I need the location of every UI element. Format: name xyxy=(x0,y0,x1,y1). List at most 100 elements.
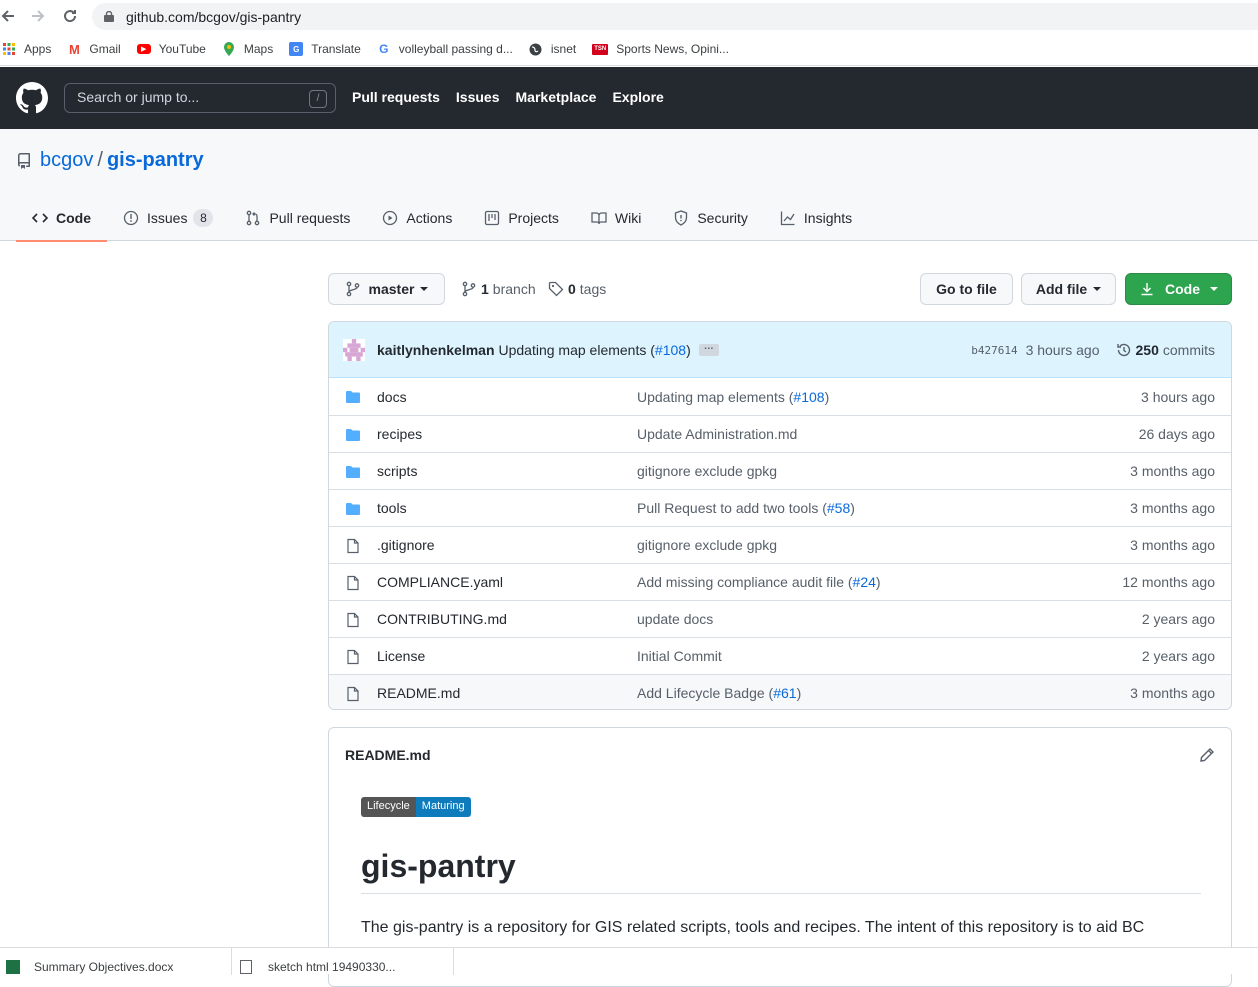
tag-label: tags xyxy=(579,281,607,297)
bookmark-volleyball[interactable]: G volleyball passing d... xyxy=(377,42,513,56)
pencil-icon[interactable] xyxy=(1199,747,1215,763)
file-commit-message[interactable]: gitignore exclude gpkg xyxy=(637,537,777,553)
address-bar[interactable]: github.com/bcgov/gis-pantry xyxy=(92,3,1258,30)
back-icon[interactable] xyxy=(0,2,22,30)
commit-pr-link[interactable]: #108 xyxy=(655,342,686,358)
file-row[interactable]: CONTRIBUTING.md update docs 2 years ago xyxy=(329,600,1231,637)
commit-message-text: Updating map elements ( xyxy=(637,388,794,405)
bookmark-apps[interactable]: Apps xyxy=(2,42,51,56)
commit-pr-link[interactable]: #61 xyxy=(773,685,796,701)
file-commit-message[interactable]: gitignore exclude gpkg xyxy=(637,463,777,479)
lifecycle-badge[interactable]: Lifecycle Maturing xyxy=(361,797,471,817)
tab-label: Insights xyxy=(803,210,853,226)
tab-projects[interactable]: Projects xyxy=(468,195,575,241)
shield-icon xyxy=(675,210,688,226)
file-row[interactable]: README.md Add Lifecycle Badge (#61) 3 mont… xyxy=(329,674,1231,709)
search-placeholder: Search or jump to... xyxy=(77,89,200,105)
go-to-file-button[interactable]: Go to file xyxy=(920,273,1013,305)
bookmark-youtube[interactable]: ▶ YouTube xyxy=(136,42,206,56)
tab-issues[interactable]: Issues 8 xyxy=(107,195,229,241)
file-row[interactable]: scripts gitignore exclude gpkg 3 months ag… xyxy=(329,452,1231,489)
file-name-link[interactable]: README.md xyxy=(377,685,460,701)
repo-owner-link[interactable]: bcgov xyxy=(40,149,93,172)
repo-name-link[interactable]: gis-pantry xyxy=(107,149,204,172)
file-commit-message[interactable]: Update Administration.md xyxy=(637,426,797,442)
commit-message[interactable]: Updating map elements (#108) xyxy=(499,342,691,358)
file-name-link[interactable]: recipes xyxy=(377,426,422,442)
globe-icon xyxy=(529,42,543,56)
file-name-link[interactable]: scripts xyxy=(377,463,417,479)
download-item[interactable]: sketch html 19490330... xyxy=(232,948,454,975)
reload-icon[interactable] xyxy=(56,2,84,30)
tab-wiki[interactable]: Wiki xyxy=(575,195,657,241)
file-row[interactable]: tools Pull Request to add two tools (#58)… xyxy=(329,489,1231,526)
tab-security[interactable]: Security xyxy=(657,195,764,241)
file-name-link[interactable]: tools xyxy=(377,500,407,516)
repo-separator: / xyxy=(97,149,103,171)
file-name-link[interactable]: License xyxy=(377,648,425,664)
download-item[interactable]: Summary Objectives.docx xyxy=(0,948,232,975)
file-commit-message[interactable]: Add missing compliance audit file (#24) xyxy=(637,574,881,590)
file-row[interactable]: .gitignore gitignore exclude gpkg 3 months… xyxy=(329,526,1231,563)
commit-message-text: gitignore exclude gpkg xyxy=(637,463,778,479)
file-commit-age: 2 years ago xyxy=(1141,648,1215,664)
file-commit-message[interactable]: Initial Commit xyxy=(637,648,722,664)
file-commit-message[interactable]: Add Lifecycle Badge (#61) xyxy=(637,685,801,701)
nav-marketplace[interactable]: Marketplace xyxy=(516,89,597,105)
file-row[interactable]: COMPLIANCE.yaml Add missing compliance au… xyxy=(329,563,1231,600)
tab-actions[interactable]: Actions xyxy=(366,195,468,241)
branches-link[interactable]: 1 branch xyxy=(461,281,536,297)
nav-issues[interactable]: Issues xyxy=(456,89,500,105)
tab-pull-requests[interactable]: Pull requests xyxy=(229,195,366,241)
add-file-button[interactable]: Add file xyxy=(1021,273,1116,305)
expand-commit-button[interactable]: … xyxy=(698,341,719,356)
file-name-link[interactable]: docs xyxy=(377,389,407,405)
commit-pr-link[interactable]: #58 xyxy=(827,500,850,516)
file-row[interactable]: docs Updating map elements (#108) 3 hours … xyxy=(329,378,1231,415)
commit-author-link[interactable]: kaitlynhenkelman xyxy=(377,342,495,358)
bookmark-maps[interactable]: Maps xyxy=(222,42,273,56)
tab-code[interactable]: Code xyxy=(16,195,107,242)
bookmark-isnet[interactable]: isnet xyxy=(529,42,576,56)
download-filename: Summary Objectives.docx xyxy=(34,960,174,974)
tab-insights[interactable]: Insights xyxy=(764,195,868,241)
branch-select-button[interactable]: master xyxy=(328,273,445,305)
commit-pr-link[interactable]: #24 xyxy=(853,574,876,590)
file-name-link[interactable]: CONTRIBUTING.md xyxy=(377,611,507,627)
code-download-button[interactable]: Code xyxy=(1125,273,1232,305)
folder-icon xyxy=(346,429,360,441)
forward-icon[interactable] xyxy=(24,2,52,30)
commits-history-link[interactable]: 250 commits xyxy=(1116,342,1215,358)
bookmark-translate[interactable]: G Translate xyxy=(289,42,361,56)
folder-icon xyxy=(346,391,360,403)
file-commit-message[interactable]: Pull Request to add two tools (#58) xyxy=(637,500,855,516)
github-logo-icon[interactable] xyxy=(16,82,48,114)
commit-message-end: ) xyxy=(875,574,881,590)
readme-intro: The gis-pantry is a repository for GIS r… xyxy=(361,919,1145,936)
commit-message-text: Add missing compliance audit file ( xyxy=(637,574,853,590)
bookmark-gmail[interactable]: M Gmail xyxy=(67,42,121,57)
file-icon xyxy=(347,538,359,554)
chevron-down-icon xyxy=(1210,287,1218,291)
bookmark-tsn[interactable]: TSN Sports News, Opini... xyxy=(592,42,729,56)
file-commit-message[interactable]: Updating map elements (#108) xyxy=(637,389,829,405)
readme-filename[interactable]: README.md xyxy=(345,747,431,763)
nav-pull-requests[interactable]: Pull requests xyxy=(352,89,440,105)
file-name-link[interactable]: .gitignore xyxy=(377,537,435,553)
search-input[interactable]: Search or jump to... / xyxy=(64,83,336,113)
repo-header: bcgov / gis-pantry Code Issues 8 Pull re… xyxy=(0,129,1258,242)
file-row[interactable]: recipes Update Administration.md 26 days a… xyxy=(329,415,1231,452)
file-icon xyxy=(347,575,359,591)
badge-label: Lifecycle xyxy=(361,797,416,817)
issue-icon xyxy=(123,210,139,226)
avatar[interactable] xyxy=(343,338,365,361)
url-text: github.com/bcgov/gis-pantry xyxy=(126,8,302,25)
commit-sha-link[interactable]: b427614 xyxy=(971,344,1017,357)
commit-pr-link[interactable]: #108 xyxy=(793,389,824,405)
file-commit-message[interactable]: update docs xyxy=(637,611,713,627)
bookmark-label: isnet xyxy=(550,42,577,56)
tags-link[interactable]: 0 tags xyxy=(548,281,606,297)
nav-explore[interactable]: Explore xyxy=(612,89,663,105)
file-row[interactable]: License Initial Commit 2 years ago xyxy=(329,637,1231,674)
file-name-link[interactable]: COMPLIANCE.yaml xyxy=(377,574,503,590)
